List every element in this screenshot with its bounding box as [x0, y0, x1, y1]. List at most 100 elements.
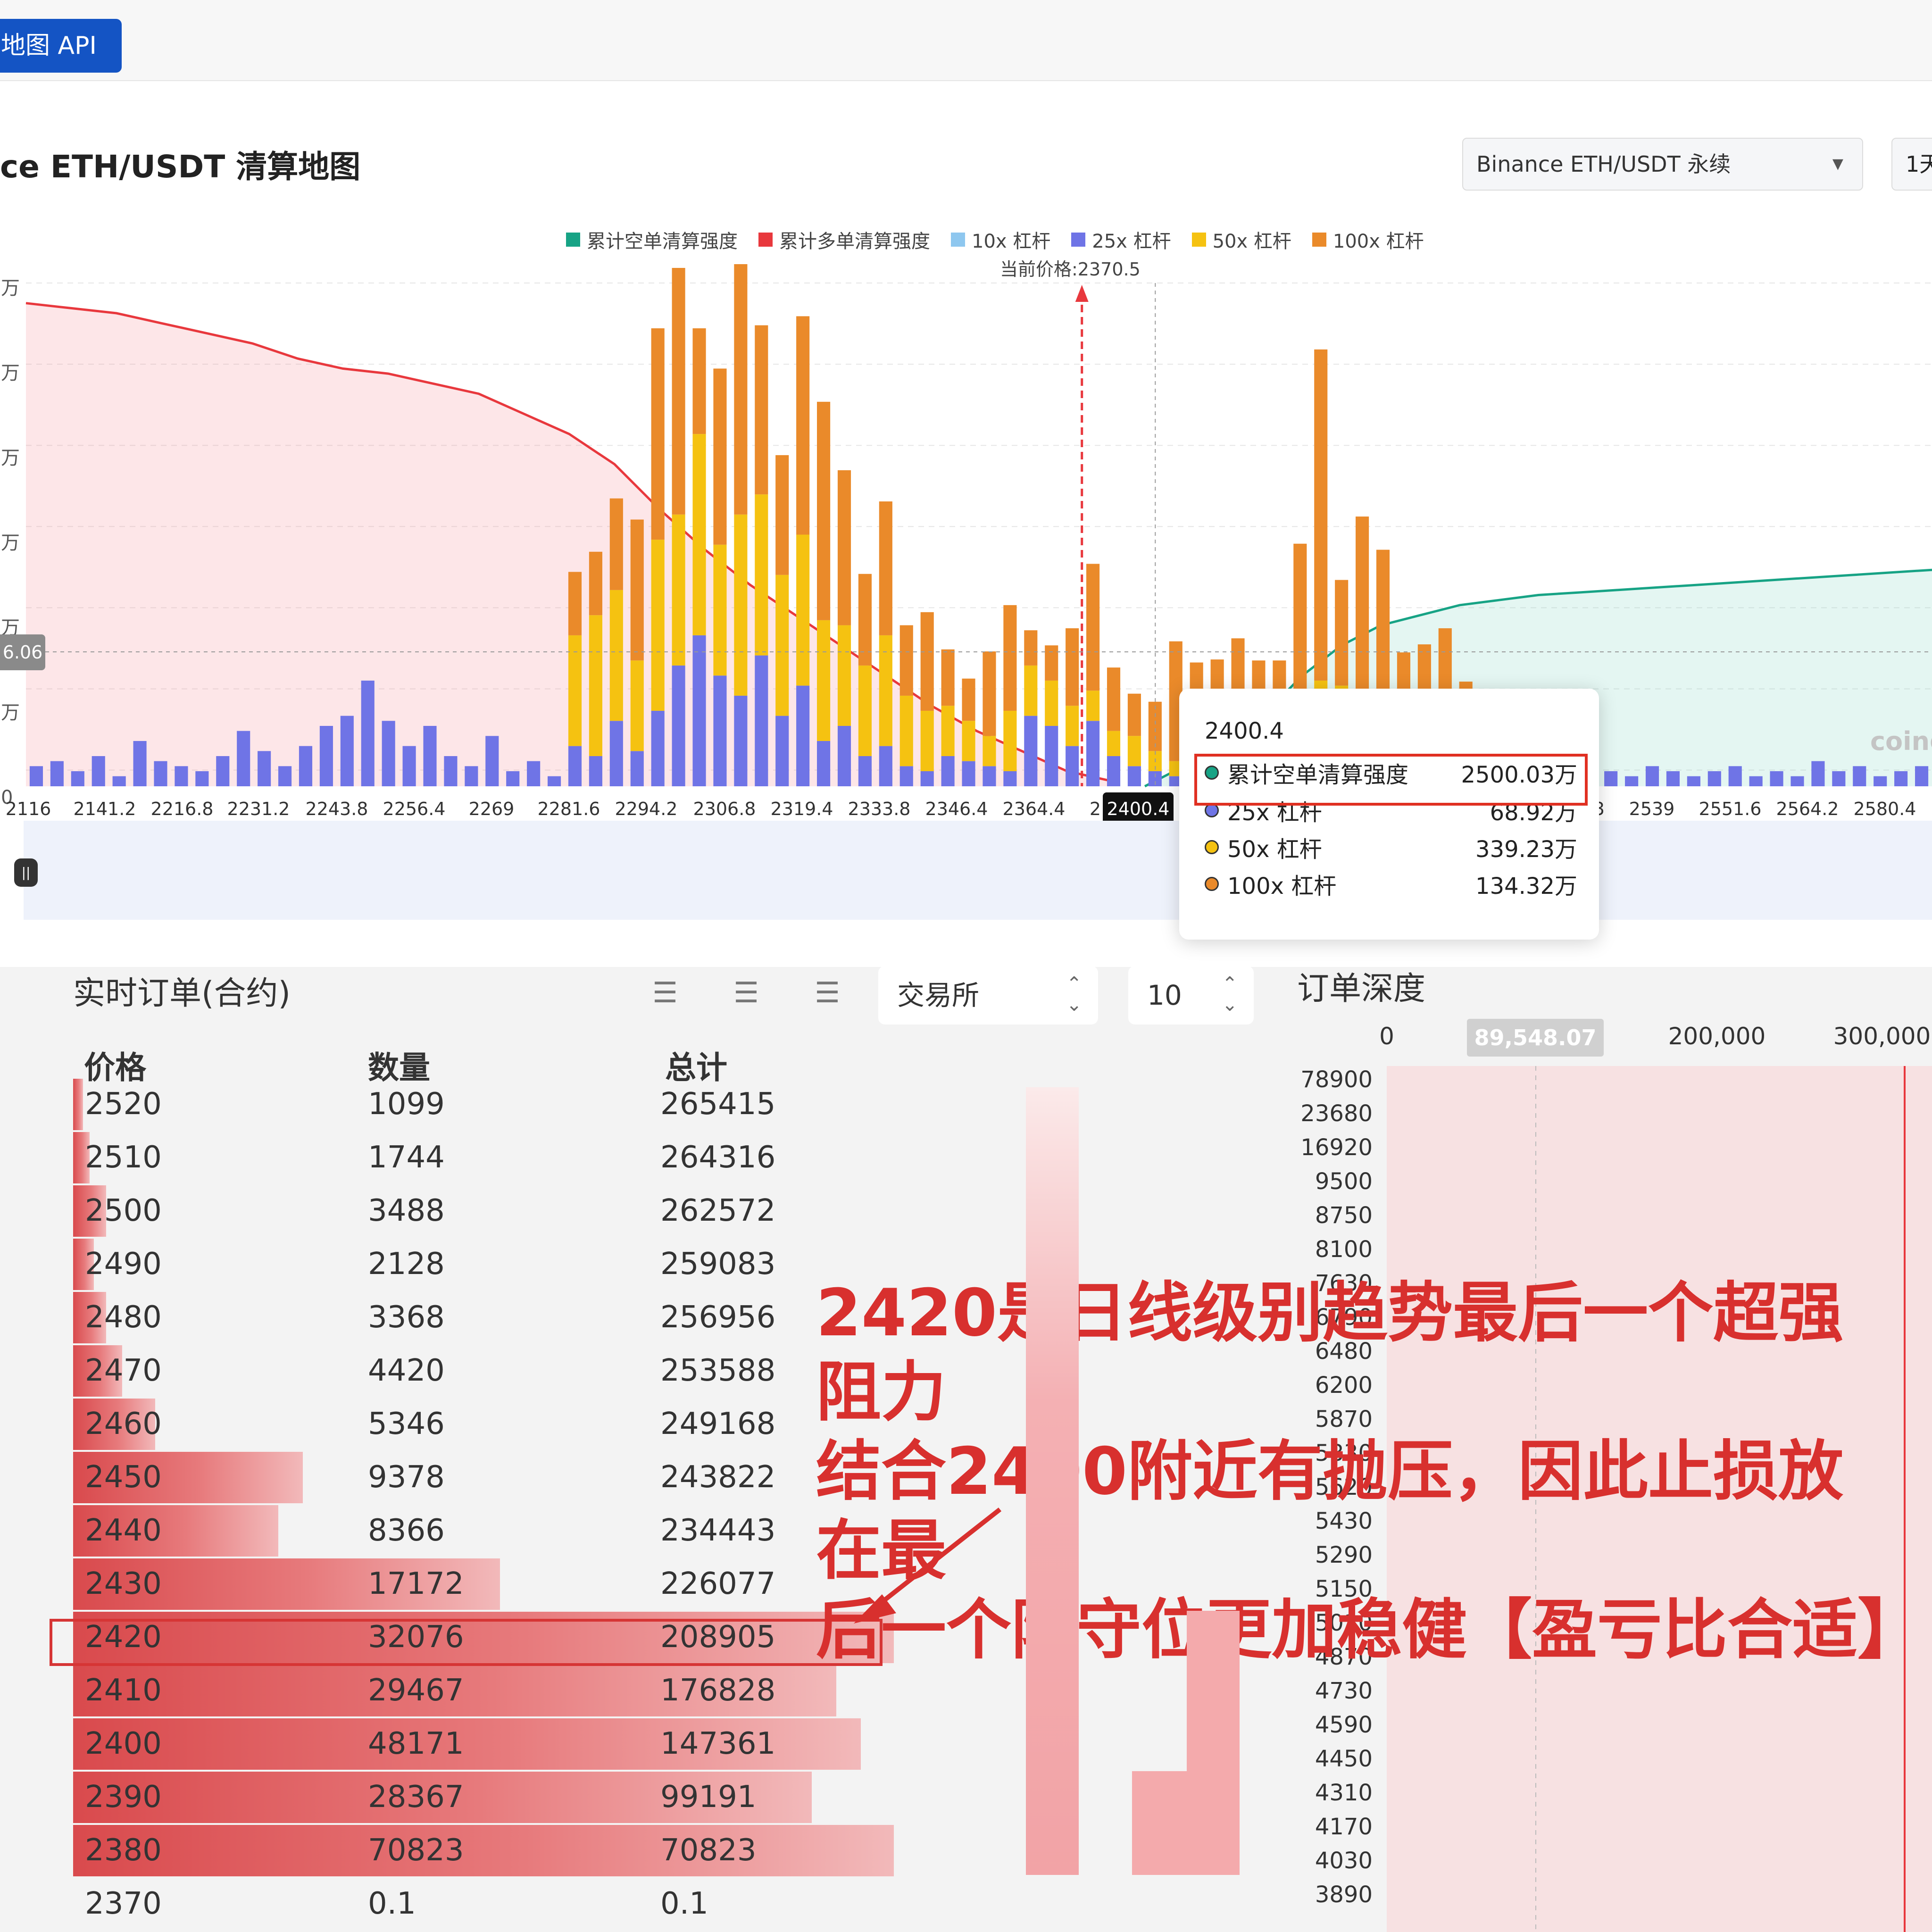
cell-price: 2440: [85, 1513, 162, 1548]
tooltip-row: 100x 杠杆 134.32万: [1205, 865, 1577, 903]
zoom-slider[interactable]: [24, 821, 1932, 920]
bar-100x: [962, 678, 975, 721]
bar-100x: [568, 572, 582, 635]
side-bar-column: [1026, 1087, 1079, 1875]
depth-x-tick: 300,000: [1833, 1023, 1931, 1050]
bar-25x: [382, 721, 395, 786]
bar-50x: [755, 494, 768, 656]
bar-50x: [837, 625, 851, 726]
bar-25x: [734, 695, 748, 786]
market-select[interactable]: Binance ETH/USDT 永续 ▼: [1462, 138, 1863, 191]
cell-total: 234443: [660, 1513, 776, 1548]
bar-25x: [920, 771, 934, 786]
cell-price: 2370: [85, 1886, 162, 1921]
orderbook-row[interactable]: 2450 9378 243822: [73, 1451, 922, 1504]
bar-100x: [734, 264, 748, 515]
depth-y-tick: 8750: [1315, 1202, 1373, 1229]
bar-25x: [1003, 771, 1017, 786]
bar-50x: [941, 706, 955, 756]
bar-25x: [1811, 761, 1825, 786]
highlight-box-2420: [50, 1619, 883, 1666]
y-tick-label: 万: [1, 362, 20, 384]
x-tick-label: 2319.4: [771, 799, 833, 819]
bar-100x: [879, 501, 892, 635]
y-tick-label: 万: [1, 277, 20, 299]
y-cursor-label: 6.06: [0, 634, 45, 670]
orderbook-row[interactable]: 2510 1744 264316: [73, 1131, 922, 1184]
slider-handle[interactable]: ||: [14, 858, 38, 887]
x-tick-label: 2539: [1629, 799, 1675, 819]
exchange-select[interactable]: 交易所 ⌃ ⌄: [878, 966, 1098, 1024]
orderbook-row[interactable]: 2490 2128 259083: [73, 1238, 922, 1291]
orderbook-row[interactable]: 2370 0.1 0.1: [73, 1877, 922, 1931]
bar-25x: [1770, 771, 1783, 786]
depth-y-tick: 4030: [1315, 1848, 1373, 1874]
bar-25x: [361, 680, 375, 786]
bar-50x: [630, 660, 644, 751]
orderbook-row[interactable]: 2390 28367 99191: [73, 1771, 922, 1824]
cell-qty: 4420: [368, 1353, 445, 1388]
bar-25x: [651, 710, 665, 786]
orderbook-bids-icon[interactable]: ☰: [718, 972, 774, 1014]
tooltip-highlight-box: [1194, 754, 1588, 806]
orderbook-row[interactable]: 2470 4420 253588: [73, 1344, 922, 1398]
bar-100x: [775, 455, 789, 575]
orderbook-row[interactable]: 2430 17172 226077: [73, 1557, 922, 1611]
cell-total: 0.1: [660, 1886, 708, 1921]
orderbook-row[interactable]: 2480 3368 256956: [73, 1291, 922, 1344]
legend-item[interactable]: 10x 杠杆: [951, 225, 1050, 254]
bar-25x: [195, 771, 209, 786]
legend-item[interactable]: 50x 杠杆: [1191, 225, 1291, 254]
depth-x-tick: 200,000: [1668, 1023, 1766, 1050]
bar-50x: [962, 721, 975, 761]
orderbook-both-icon[interactable]: ☰: [637, 972, 693, 1014]
bar-100x: [1066, 628, 1079, 706]
side-bar-column: [1187, 1611, 1240, 1875]
depth-y-tick: 78900: [1300, 1066, 1373, 1093]
bar-25x: [837, 725, 851, 786]
bar-25x: [858, 756, 872, 786]
bar-100x: [713, 368, 727, 545]
bar-25x: [1645, 766, 1659, 786]
bar-50x: [1024, 665, 1038, 716]
time-range-select[interactable]: 1天: [1891, 138, 1932, 191]
legend-item[interactable]: 累计多单清算强度: [758, 225, 930, 254]
depth-x-cursor-label: 89,548.07: [1474, 1025, 1597, 1050]
liquidation-chart[interactable]: 万万万万万万02116 2141.2 2216.8 2231.2 2243.8 2256.…: [0, 264, 1932, 830]
bar-25x: [1045, 725, 1058, 786]
orderbook-row[interactable]: 2520 1099 265415: [73, 1078, 922, 1131]
orderbook-row[interactable]: 2400 48171 147361: [73, 1717, 922, 1771]
depth-bar: [73, 1079, 83, 1130]
map-api-button[interactable]: 地图 API: [0, 19, 122, 73]
legend-item[interactable]: 累计空单清算强度: [566, 225, 738, 254]
cell-price: 2500: [85, 1193, 162, 1228]
orderbook-row[interactable]: 2440 8366 234443: [73, 1504, 922, 1557]
depth-count-select[interactable]: 10 ⌃ ⌄: [1128, 966, 1254, 1024]
bar-25x: [755, 655, 768, 786]
bar-25x: [216, 756, 230, 786]
legend-item[interactable]: 100x 杠杆: [1312, 225, 1424, 254]
bar-100x: [1376, 550, 1390, 691]
orderbook-row[interactable]: 2460 5346 249168: [73, 1398, 922, 1451]
cell-qty: 1099: [368, 1087, 445, 1122]
bar-25x: [1107, 756, 1121, 786]
x-tick-label: 2141.2: [74, 799, 136, 819]
bar-100x: [1003, 605, 1017, 711]
legend-swatch-icon: [1191, 233, 1206, 247]
bar-25x: [899, 766, 913, 786]
bar-100x: [899, 625, 913, 696]
orderbook-row[interactable]: 2500 3488 262572: [73, 1184, 922, 1238]
depth-y-tick: 4590: [1315, 1712, 1373, 1738]
orderbook-row[interactable]: 2410 29467 176828: [73, 1664, 922, 1717]
bar-50x: [672, 514, 685, 666]
bar-100x: [1045, 645, 1058, 681]
legend-item[interactable]: 25x 杠杆: [1071, 225, 1171, 254]
cell-qty: 29467: [368, 1673, 464, 1708]
bar-100x: [920, 612, 934, 711]
bar-25x: [630, 751, 644, 786]
orderbook-asks-icon[interactable]: ☰: [799, 972, 856, 1014]
cell-total: 99191: [660, 1780, 757, 1815]
bar-25x: [50, 761, 64, 786]
bar-25x: [775, 716, 789, 786]
orderbook-row[interactable]: 2380 70823 70823: [73, 1824, 922, 1877]
